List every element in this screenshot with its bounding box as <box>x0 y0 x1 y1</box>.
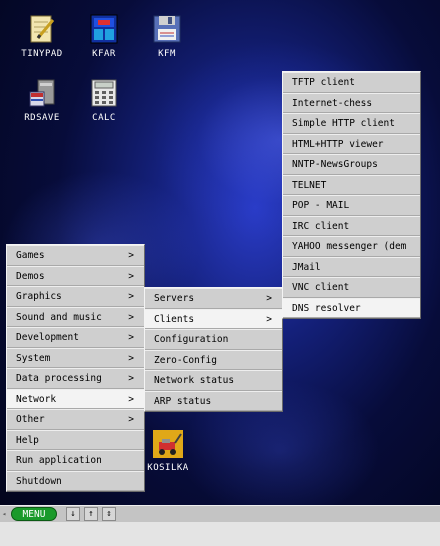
arrow-up-icon[interactable]: ↑ <box>84 507 98 521</box>
icon-label: KOSILKA <box>147 463 189 473</box>
network-submenu: Servers > Clients > Configuration Zero-Con… <box>144 287 283 412</box>
taskbar-collapse-icon[interactable]: ◂ <box>2 510 6 518</box>
arrow-down-icon[interactable]: ↓ <box>66 507 80 521</box>
menu-item-shutdown[interactable]: Shutdown <box>7 470 144 491</box>
submenu-arrow-icon: > <box>128 332 134 343</box>
arrow-updown-icon[interactable]: ⇕ <box>102 507 116 521</box>
menu-item-pop-mail[interactable]: POP - MAIL <box>283 195 420 216</box>
menu-item-graphics[interactable]: Graphics > <box>7 286 144 307</box>
icon-label: KFAR <box>92 49 116 59</box>
menu-item-servers[interactable]: Servers > <box>145 288 282 309</box>
submenu-arrow-icon: > <box>128 373 134 384</box>
menu-button[interactable]: MENU <box>11 507 57 521</box>
menu-item-yahoo-messenger[interactable]: YAHOO messenger (dem <box>283 236 420 257</box>
desktop-icon-calc[interactable]: CALC <box>76 78 132 123</box>
menu-item-configuration[interactable]: Configuration <box>145 329 282 350</box>
menu-item-vnc-client[interactable]: VNC client <box>283 277 420 298</box>
notepad-icon <box>28 14 56 44</box>
submenu-arrow-icon: > <box>128 311 134 323</box>
submenu-arrow-icon: > <box>266 313 272 325</box>
calculator-icon <box>90 78 118 108</box>
floppy-icon <box>153 14 181 44</box>
submenu-arrow-icon: > <box>128 270 134 282</box>
menu-item-irc-client[interactable]: IRC client <box>283 215 420 236</box>
menu-item-demos[interactable]: Demos > <box>7 265 144 286</box>
submenu-arrow-icon: > <box>128 250 134 261</box>
menu-item-zero-config[interactable]: Zero-Config <box>145 349 282 370</box>
menu-item-network[interactable]: Network > <box>7 388 144 409</box>
menu-item-jmail[interactable]: JMail <box>283 256 420 277</box>
menu-item-run-application[interactable]: Run application <box>7 450 144 471</box>
submenu-arrow-icon: > <box>128 393 134 405</box>
ramdisk-save-icon <box>28 78 56 108</box>
clients-submenu: TFTP client Internet-chess Simple HTTP c… <box>282 71 421 319</box>
submenu-arrow-icon: > <box>128 414 134 425</box>
menu-item-telnet[interactable]: TELNET <box>283 174 420 195</box>
submenu-arrow-icon: > <box>266 293 272 304</box>
lawnmower-icon <box>153 430 183 458</box>
menu-item-help[interactable]: Help <box>7 429 144 450</box>
menu-item-network-status[interactable]: Network status <box>145 370 282 391</box>
menu-item-development[interactable]: Development > <box>7 327 144 348</box>
menu-item-sound-and-music[interactable]: Sound and music > <box>7 306 144 327</box>
main-menu: Games > Demos > Graphics > Sound and music >… <box>6 244 145 492</box>
menu-item-nntp-newsgroups[interactable]: NNTP-NewsGroups <box>283 154 420 175</box>
menu-item-system[interactable]: System > <box>7 347 144 368</box>
menu-item-dns-resolver[interactable]: DNS resolver <box>283 297 420 318</box>
menu-item-internet-chess[interactable]: Internet-chess <box>283 92 420 113</box>
menu-item-data-processing[interactable]: Data processing > <box>7 368 144 389</box>
menu-item-simple-http-client[interactable]: Simple HTTP client <box>283 113 420 134</box>
icon-label: RDSAVE <box>24 113 60 123</box>
menu-item-other[interactable]: Other > <box>7 409 144 430</box>
bottom-panel <box>0 522 440 546</box>
submenu-arrow-icon: > <box>128 291 134 302</box>
desktop-icon-tinypad[interactable]: TINYPAD <box>14 14 70 59</box>
icon-label: CALC <box>92 113 116 123</box>
menu-item-games[interactable]: Games > <box>7 245 144 266</box>
menu-item-html-http-viewer[interactable]: HTML+HTTP viewer <box>283 133 420 154</box>
desktop-icon-kfar[interactable]: KFAR <box>76 14 132 59</box>
menu-item-tftp-client[interactable]: TFTP client <box>283 72 420 93</box>
icon-label: KFM <box>158 49 176 59</box>
desktop-icon-rdsave[interactable]: RDSAVE <box>14 78 70 123</box>
submenu-arrow-icon: > <box>128 352 134 364</box>
icon-label: TINYPAD <box>21 49 63 59</box>
desktop-icon-kfm[interactable]: KFM <box>139 14 195 59</box>
menu-item-clients[interactable]: Clients > <box>145 308 282 329</box>
file-manager-icon <box>90 14 118 44</box>
menu-item-arp-status[interactable]: ARP status <box>145 390 282 411</box>
desktop-icon-kosilka[interactable]: KOSILKA <box>140 430 196 473</box>
